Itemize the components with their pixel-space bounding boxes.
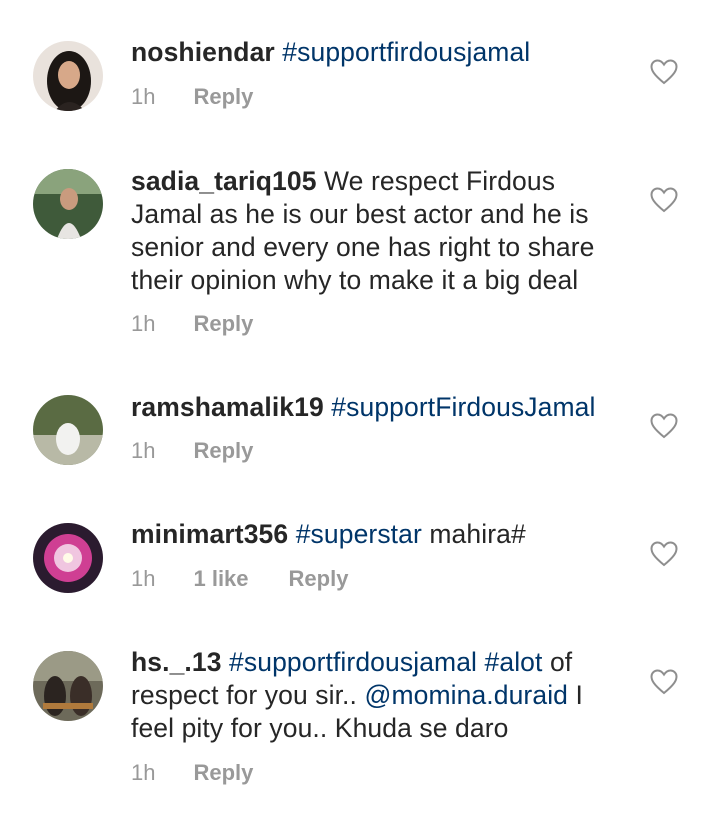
comment-time: 1h: [131, 566, 156, 591]
comment-text: sadia_tariq105 We respect Firdous Jamal …: [131, 165, 621, 297]
comment-time: 1h: [131, 760, 156, 785]
hashtag-link[interactable]: #superstar: [296, 519, 422, 549]
avatar[interactable]: [33, 41, 103, 111]
username[interactable]: sadia_tariq105: [131, 166, 317, 196]
reply-button[interactable]: Reply: [289, 566, 349, 592]
likes-count[interactable]: 1 like: [193, 566, 248, 592]
comment-time: 1h: [131, 84, 156, 109]
comment-text: noshiendar #supportfirdousjamal: [131, 36, 621, 69]
heart-outline-icon[interactable]: [650, 669, 678, 695]
comment-text: minimart356 #superstar mahira#: [131, 518, 621, 551]
hashtag-link[interactable]: #alot: [485, 647, 543, 677]
username[interactable]: minimart356: [131, 519, 288, 549]
heart-outline-icon[interactable]: [650, 413, 678, 439]
avatar[interactable]: [33, 651, 103, 721]
avatar[interactable]: [33, 169, 103, 239]
comment-time: 1h: [131, 438, 156, 463]
comment-meta: 1h Reply: [131, 311, 253, 337]
comment-text: hs._.13 #supportfirdousjamal #alot of re…: [131, 646, 621, 745]
comment-meta: 1h 1 like Reply: [131, 566, 348, 592]
heart-outline-icon[interactable]: [650, 541, 678, 567]
username[interactable]: hs._.13: [131, 647, 222, 677]
reply-button[interactable]: Reply: [193, 438, 253, 464]
reply-button[interactable]: Reply: [193, 311, 253, 337]
reply-button[interactable]: Reply: [193, 760, 253, 786]
username[interactable]: ramshamalik19: [131, 392, 324, 422]
heart-outline-icon[interactable]: [650, 59, 678, 85]
avatar[interactable]: [33, 395, 103, 465]
comment-meta: 1h Reply: [131, 84, 253, 110]
comment-time: 1h: [131, 311, 156, 336]
reply-button[interactable]: Reply: [193, 84, 253, 110]
hashtag-link[interactable]: #supportfirdousjamal: [282, 37, 530, 67]
hashtag-link[interactable]: #supportFirdousJamal: [331, 392, 595, 422]
mention-link[interactable]: @momina.duraid: [364, 680, 568, 710]
comment-body: mahira#: [421, 519, 526, 549]
comment-meta: 1h Reply: [131, 438, 253, 464]
comment-meta: 1h Reply: [131, 760, 253, 786]
hashtag-link[interactable]: #supportfirdousjamal: [229, 647, 477, 677]
comment-text: ramshamalik19 #supportFirdousJamal: [131, 391, 621, 424]
heart-outline-icon[interactable]: [650, 187, 678, 213]
username[interactable]: noshiendar: [131, 37, 275, 67]
avatar[interactable]: [33, 523, 103, 593]
